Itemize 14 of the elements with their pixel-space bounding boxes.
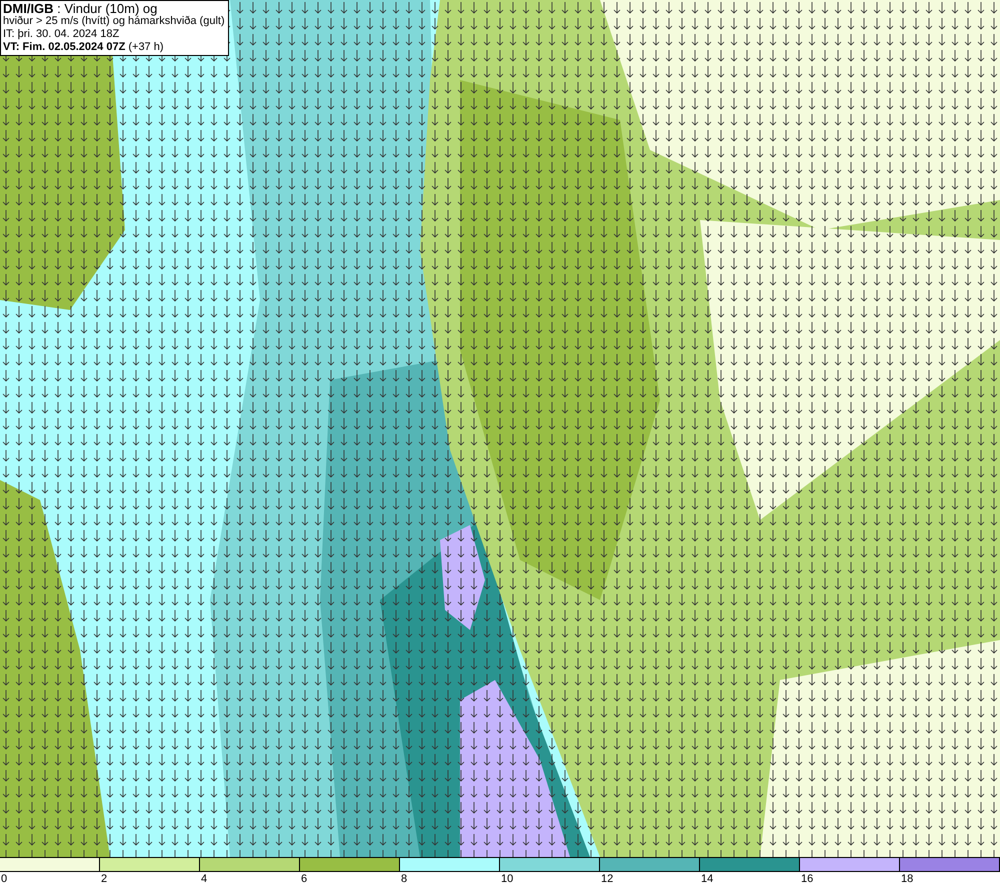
legend-label: 10 <box>500 872 514 886</box>
title-text: DMI/IGB : Vindur (10m) og <box>3 2 158 15</box>
legend-label: 12 <box>600 872 614 886</box>
legend-label: 4 <box>200 872 208 886</box>
legend-label: 14 <box>700 872 714 886</box>
title-text: hviður > 25 m/s (hvítt) og hámarkshviða (gult) <box>3 15 226 28</box>
legend-label: 8 <box>400 872 408 886</box>
title-text: VT: Fim. 02.05.2024 07Z (+37 h) <box>3 41 165 54</box>
legend-label: 6 <box>300 872 308 886</box>
legend-label: 0 <box>0 872 8 886</box>
legend-label: 2 <box>100 872 108 886</box>
legend-label: 18 <box>900 872 914 886</box>
title-text: IT: þri. 30. 04. 2024 18Z <box>3 28 120 41</box>
legend-label: 16 <box>800 872 814 886</box>
